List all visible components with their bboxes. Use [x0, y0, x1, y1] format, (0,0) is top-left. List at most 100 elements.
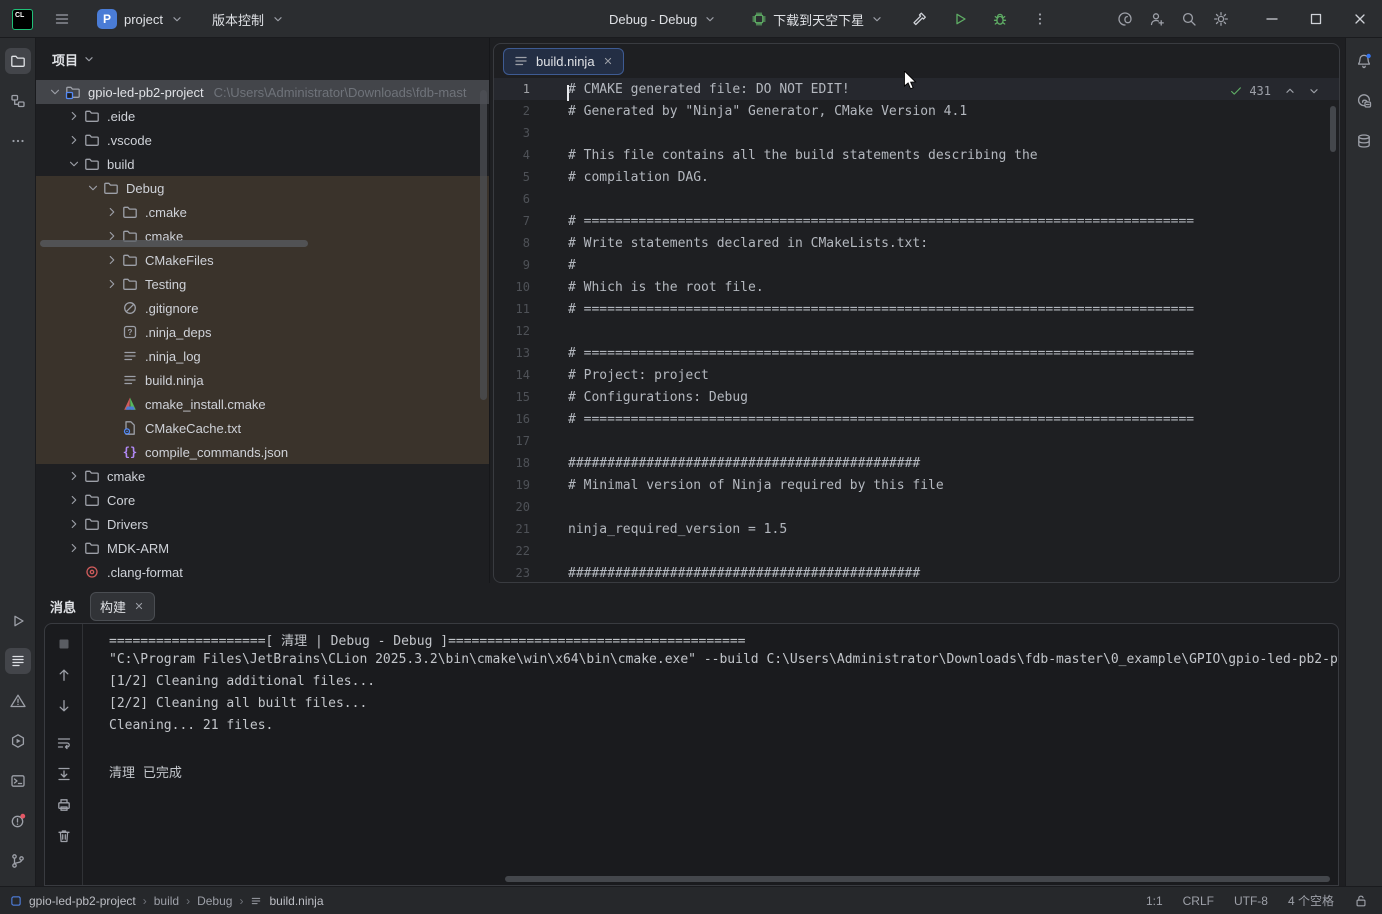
tool-run-button[interactable]: [5, 608, 31, 634]
next-message-button[interactable]: [52, 694, 76, 718]
console-horizontal-scrollbar[interactable]: [505, 876, 1330, 882]
chevron-collapsed-icon[interactable]: [65, 131, 83, 149]
tab-build-output[interactable]: 构建: [90, 592, 155, 621]
stop-button[interactable]: [52, 632, 76, 656]
ai-chat-button[interactable]: [1351, 88, 1377, 114]
tree-item-MDK-ARM[interactable]: MDK-ARM: [36, 536, 489, 560]
tool-project-button[interactable]: [5, 48, 31, 74]
tree-item-Debug[interactable]: Debug: [36, 176, 489, 200]
project-panel-header[interactable]: 项目: [36, 38, 489, 80]
chevron-collapsed-icon[interactable]: [65, 491, 83, 509]
chevron-collapsed-icon[interactable]: [103, 275, 121, 293]
filegear-icon: [121, 420, 139, 436]
more-actions-button[interactable]: [1027, 6, 1053, 32]
breadcrumb-build[interactable]: build: [154, 894, 179, 908]
tool-terminal-button[interactable]: [5, 768, 31, 794]
tree-item-.vscode[interactable]: .vscode: [36, 128, 489, 152]
breadcrumb-project[interactable]: gpio-led-pb2-project: [29, 894, 136, 908]
encoding-widget[interactable]: UTF-8: [1234, 894, 1268, 908]
chevron-collapsed-icon[interactable]: [65, 467, 83, 485]
chevron-expanded-icon[interactable]: [84, 179, 102, 197]
chevron-collapsed-icon[interactable]: [65, 515, 83, 533]
code-with-me-button[interactable]: [1144, 6, 1170, 32]
tree-item-label: .ninja_log: [145, 349, 201, 364]
project-selector[interactable]: P project: [91, 6, 190, 32]
chevron-collapsed-icon[interactable]: [65, 107, 83, 125]
prev-message-button[interactable]: [52, 663, 76, 687]
build-button[interactable]: [907, 6, 933, 32]
tab-build-ninja[interactable]: build.ninja: [503, 48, 624, 75]
code-text: ########################################…: [546, 566, 920, 581]
run-configuration-selector[interactable]: Debug - Debug: [602, 8, 724, 31]
tab-close-icon[interactable]: [602, 55, 614, 67]
svg-text:?: ?: [128, 328, 133, 337]
chevron-expanded-icon[interactable]: [46, 83, 64, 101]
debug-button[interactable]: [987, 6, 1013, 32]
tree-item-gpio-led-pb2-project[interactable]: gpio-led-pb2-projectC:\Users\Administrat…: [36, 80, 489, 104]
tool-services-button[interactable]: [5, 728, 31, 754]
tool-build-button[interactable]: [5, 648, 31, 674]
indent-widget[interactable]: 4 个空格: [1288, 892, 1334, 909]
vcs-menu[interactable]: 版本控制: [206, 7, 291, 32]
tree-item-.gitignore[interactable]: .gitignore: [36, 296, 489, 320]
tool-structure-button[interactable]: [5, 88, 31, 114]
breadcrumb-debug[interactable]: Debug: [197, 894, 232, 908]
tree-item-.ninja_deps[interactable]: ?.ninja_deps: [36, 320, 489, 344]
tree-item-Testing[interactable]: Testing: [36, 272, 489, 296]
tree-item-Core[interactable]: Core: [36, 488, 489, 512]
tool-more-button[interactable]: [5, 128, 31, 154]
tree-item-Drivers[interactable]: Drivers: [36, 512, 489, 536]
caret-position-widget[interactable]: 1:1: [1146, 894, 1163, 908]
chevron-collapsed-icon[interactable]: [65, 539, 83, 557]
settings-button[interactable]: [1208, 6, 1234, 32]
breadcrumb-file[interactable]: build.ninja: [269, 894, 323, 908]
line-separator-widget[interactable]: CRLF: [1183, 894, 1214, 908]
inspections-widget[interactable]: 431: [1229, 84, 1321, 98]
ai-assistant-button[interactable]: [1112, 6, 1138, 32]
tree-item-.eide[interactable]: .eide: [36, 104, 489, 128]
clang-icon: [83, 564, 101, 580]
tree-item-label: gpio-led-pb2-project: [88, 85, 204, 100]
run-button[interactable]: [947, 6, 973, 32]
tree-item-cmake_install.cmake[interactable]: cmake_install.cmake: [36, 392, 489, 416]
tool-problems-button[interactable]: [5, 688, 31, 714]
scroll-to-end-button[interactable]: [52, 762, 76, 786]
code-line-4: 4# This file contains all the build stat…: [494, 144, 1339, 166]
code-line-7: 7# =====================================…: [494, 210, 1339, 232]
project-tree[interactable]: gpio-led-pb2-projectC:\Users\Administrat…: [36, 80, 489, 583]
soft-wrap-button[interactable]: [52, 731, 76, 755]
tree-horizontal-scrollbar[interactable]: [40, 240, 308, 247]
tree-item-.clang-format[interactable]: .clang-format: [36, 560, 489, 583]
chevron-down-icon: [870, 12, 884, 26]
tree-item-CMakeCache.txt[interactable]: CMakeCache.txt: [36, 416, 489, 440]
tree-item-CMakeFiles[interactable]: CMakeFiles: [36, 248, 489, 272]
chevron-expanded-icon[interactable]: [65, 155, 83, 173]
database-button[interactable]: [1351, 128, 1377, 154]
maximize-button[interactable]: [1294, 0, 1338, 38]
lock-open-icon[interactable]: [1354, 894, 1368, 908]
next-problem-icon[interactable]: [1307, 84, 1321, 98]
tree-item-.cmake[interactable]: .cmake: [36, 200, 489, 224]
tree-item-compile_commands.json[interactable]: {}compile_commands.json: [36, 440, 489, 464]
close-button[interactable]: [1338, 0, 1382, 38]
tree-item-build[interactable]: build: [36, 152, 489, 176]
build-tab-close-icon[interactable]: [133, 600, 145, 612]
prev-problem-icon[interactable]: [1283, 84, 1297, 98]
minimize-button[interactable]: [1250, 0, 1294, 38]
clear-button[interactable]: [52, 824, 76, 848]
search-everywhere-button[interactable]: [1176, 6, 1202, 32]
tool-git-button[interactable]: [5, 848, 31, 874]
chevron-collapsed-icon[interactable]: [103, 203, 121, 221]
tree-vertical-scrollbar[interactable]: [480, 90, 487, 400]
tree-item-build.ninja[interactable]: build.ninja: [36, 368, 489, 392]
run-target-selector[interactable]: 下载到天空下星: [744, 6, 891, 33]
chevron-collapsed-icon[interactable]: [103, 251, 121, 269]
notifications-button[interactable]: [1351, 48, 1377, 74]
tree-item-cmake[interactable]: cmake: [36, 464, 489, 488]
tool-notifications-button[interactable]: [5, 808, 31, 834]
editor-vertical-scrollbar[interactable]: [1330, 106, 1336, 152]
main-menu-button[interactable]: [49, 6, 75, 32]
print-button[interactable]: [52, 793, 76, 817]
tree-item-.ninja_log[interactable]: .ninja_log: [36, 344, 489, 368]
code-editor[interactable]: 431 1# CMAKE generated file: DO NOT EDIT…: [494, 78, 1339, 582]
